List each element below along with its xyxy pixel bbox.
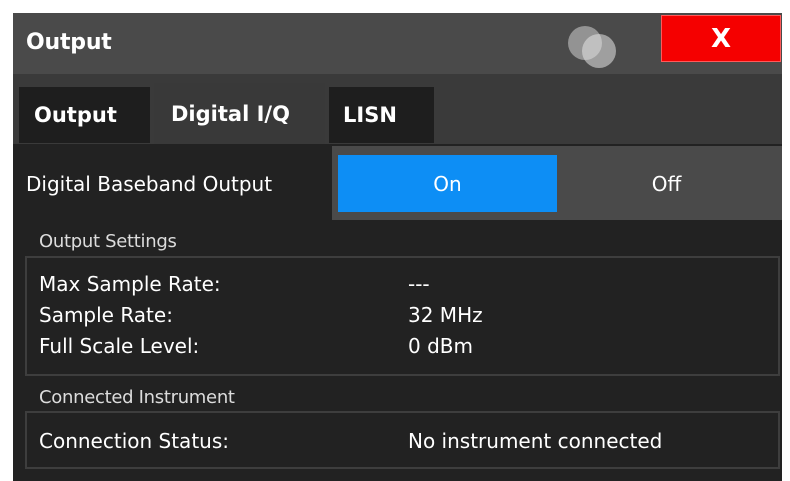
- full-scale-level-value: 0 dBm: [408, 334, 473, 358]
- tab-label: LISN: [343, 103, 397, 127]
- tab-label: Output: [34, 103, 117, 127]
- overlapping-circles-icon: [568, 26, 616, 68]
- toggle-on-button[interactable]: On: [338, 155, 557, 212]
- sample-rate-label: Sample Rate:: [39, 303, 173, 327]
- tab-bar: Output Digital I/Q LISN: [13, 74, 782, 144]
- dialog-title: Output: [26, 30, 112, 55]
- sample-rate-value: 32 MHz: [408, 303, 483, 327]
- tab-content-digital-iq: Digital Baseband Output On Off Output Se…: [13, 144, 782, 481]
- connected-instrument-title: Connected Instrument: [39, 387, 235, 408]
- close-icon: X: [710, 23, 732, 54]
- toggle-off-label: Off: [651, 171, 682, 196]
- tab-output[interactable]: Output: [19, 87, 150, 143]
- connection-status-value: No instrument connected: [408, 429, 663, 453]
- toggle-on-label: On: [433, 171, 462, 196]
- close-button[interactable]: X: [661, 15, 781, 62]
- toggle-off-button[interactable]: Off: [557, 155, 776, 212]
- max-sample-rate-label: Max Sample Rate:: [39, 272, 221, 296]
- tab-label: Digital I/Q: [171, 101, 290, 126]
- connected-instrument-group: Connection Status: No instrument connect…: [25, 411, 780, 469]
- max-sample-rate-value: ---: [408, 272, 430, 296]
- full-scale-level-label: Full Scale Level:: [39, 334, 200, 358]
- output-settings-group: Max Sample Rate: --- Sample Rate: 32 MHz…: [25, 256, 780, 376]
- tab-digital-iq[interactable]: Digital I/Q: [154, 83, 325, 144]
- output-dialog: Output X Output Digital I/Q LISN Digital…: [13, 13, 782, 481]
- connection-status-label: Connection Status:: [39, 429, 229, 453]
- digital-baseband-output-label: Digital Baseband Output: [26, 172, 273, 196]
- title-bar: Output X: [13, 13, 782, 74]
- tab-lisn[interactable]: LISN: [329, 87, 434, 143]
- digital-baseband-output-toggle: On Off: [332, 146, 782, 220]
- output-settings-title: Output Settings: [39, 231, 177, 252]
